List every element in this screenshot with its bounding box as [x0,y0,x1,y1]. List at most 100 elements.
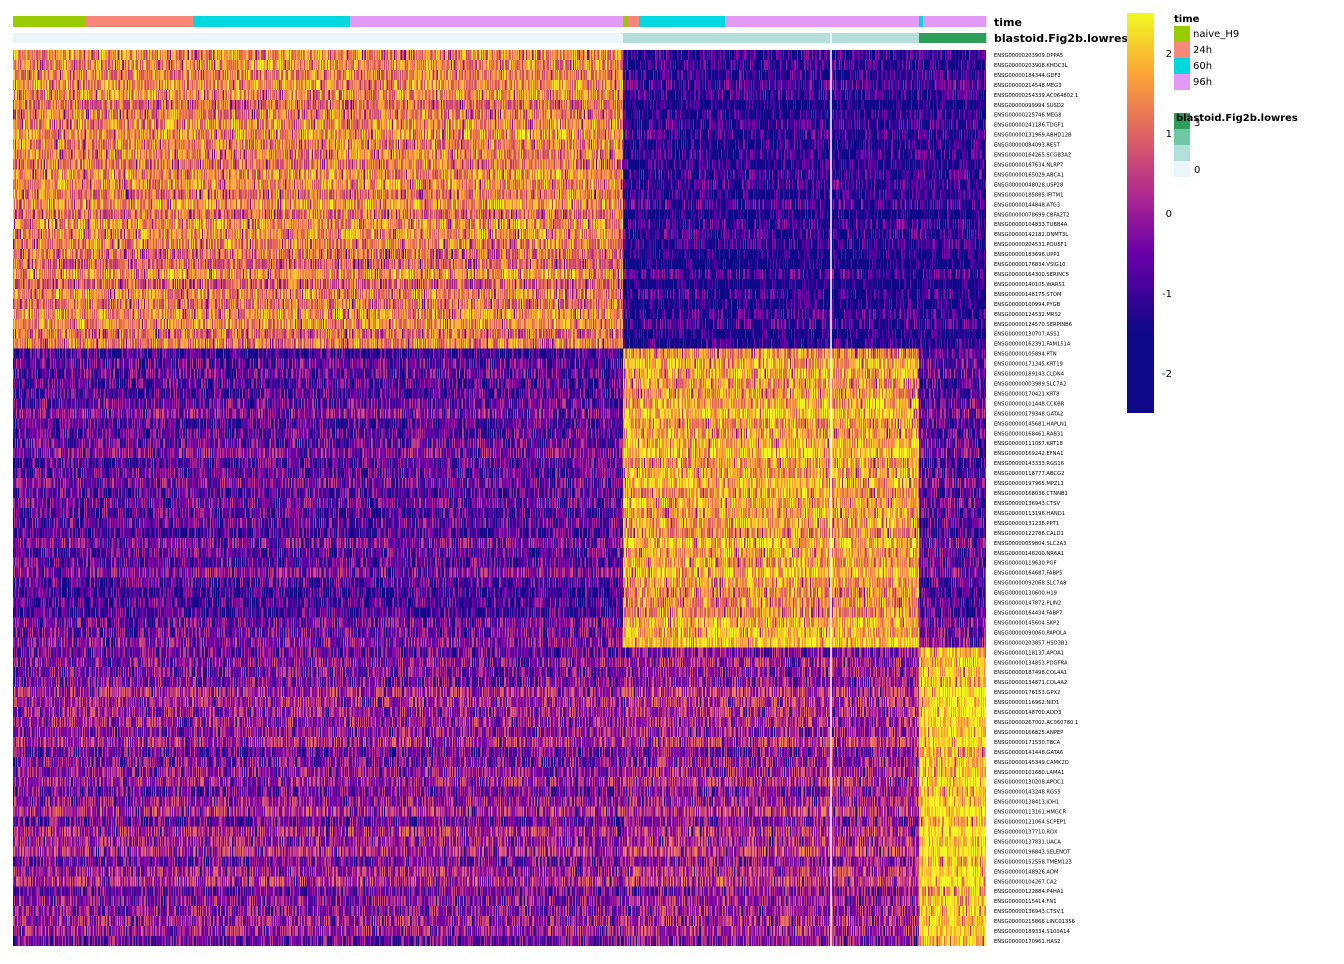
time-segment-96h [923,16,987,27]
gene-label: ENSG00000168461.RAB31 [994,431,1064,437]
gene-label: ENSG00000121064.SCPEP1 [994,820,1066,826]
gene-label: ENSG00000183696.UPP1 [994,252,1060,258]
gene-label: ENSG00000059804.SLC2A3 [994,541,1066,547]
gene-label: ENSG00000003989.SLC7A2 [994,382,1066,388]
colorbar-tick-label: 0 [1166,209,1172,220]
gene-label: ENSG00000099994.SUSD2 [994,103,1064,109]
blastoid-legend: blastoid.Fig2b.lowres 3 0 [1174,113,1298,177]
gene-label: ENSG00000165029.ABCA1 [994,172,1064,178]
gene-label: ENSG00000187498.COL4A1 [994,670,1067,676]
gene-label: ENSG00000179348.GATA2 [994,411,1063,417]
gene-label: ENSG00000171530.TBCA [994,740,1061,746]
gene-label: ENSG00000189334.S100A14 [994,929,1070,935]
time-track-label: time [994,16,1022,29]
blastoid-legend-tick-0: 0 [1194,165,1200,176]
gene-label: ENSG00000215866.LINC01356 [994,919,1075,925]
gene-label: ENSG00000241186.TDGF1 [994,123,1064,129]
time-legend: time naive_H9 24h 60h 96h [1174,14,1239,90]
colorbar-tick-label: 1 [1166,129,1172,140]
gene-label: ENSG00000090060.PAPOLA [994,630,1067,636]
gene-label: ENSG00000131969.ABHD12B [994,133,1072,139]
blastoid-legend-swatch-1 [1174,145,1190,161]
time-segment-60h [193,16,351,27]
column-gap [830,50,832,946]
colorbar-tick-label: -2 [1162,369,1172,380]
gene-label: ENSG00000148700.ADD3 [994,710,1061,716]
blastoid-legend-swatch-0 [1174,161,1190,177]
time-legend-swatch-naive_H9 [1174,26,1190,42]
blastoid-annotation-track [13,33,987,43]
time-legend-label-naive_H9: naive_H9 [1193,29,1239,40]
gene-label: ENSG00000164265.SCGB3A2 [994,153,1071,159]
time-segment-96h [725,16,920,27]
gene-label: ENSG00000124532.MRS2 [994,312,1061,318]
expression-colorbar: 2 1 0 -1 -2 [1127,13,1172,413]
time-legend-swatch-24h [1174,42,1190,58]
gene-label: ENSG00000164300.SERINC5 [994,272,1069,278]
gene-label: ENSG00000166825.ANPEP [994,730,1063,736]
annotation-gap [830,33,832,43]
gene-label: ENSG00000115414.FN1 [994,899,1057,905]
time-segment-24h [86,16,194,27]
time-segment-naive_H9 [13,16,87,27]
gene-label: ENSG00000176834.VSIG10 [994,262,1065,268]
gene-label: ENSG00000111057.KRT18 [994,441,1063,447]
gene-label: ENSG00000136943.CTSV [994,501,1061,507]
time-segment-60h [639,16,726,27]
gene-label: ENSG00000152558.TMEM123 [994,859,1072,865]
gene-label: ENSG00000122884.P4HA1 [994,889,1064,895]
gene-label: ENSG00000164434.FABP7 [994,610,1062,616]
time-legend-swatch-96h [1174,74,1190,90]
gene-label: ENSG00000144848.ATG3 [994,202,1060,208]
time-segment-60h [919,16,924,27]
gene-label: ENSG00000116962.NID1 [994,700,1059,706]
gene-label: ENSG00000164687.FABP5 [994,571,1062,577]
gene-label: ENSG00000137831.UACA [994,839,1061,845]
gene-label: ENSG00000170421.KRT8 [994,391,1060,397]
gene-label: ENSG00000204531.POU5F1 [994,242,1067,248]
gene-label: ENSG00000185885.IFITM1 [994,192,1063,198]
gene-label: ENSG00000203909.DPPA5 [994,53,1063,59]
gene-label: ENSG00000254339.AC064802.1 [994,93,1078,99]
gene-label: ENSG00000142182.DNMT3L [994,232,1068,238]
gene-label: ENSG00000267002.AC060780.1 [994,720,1078,726]
gene-label: ENSG00000148926.ADM [994,869,1058,875]
time-segment-96h [350,16,624,27]
gene-label: ENSG00000143333.RGS16 [994,461,1064,467]
gene-label: ENSG00000147872.PLIN2 [994,601,1061,607]
blastoid-segment-1 [623,33,920,43]
gene-label: ENSG00000122786.CALD1 [994,531,1064,537]
gene-label: ENSG00000092068.SLC7A8 [994,581,1066,587]
colorbar-tick-label: -1 [1162,289,1172,300]
gene-label: ENSG00000130600.H19 [994,591,1057,597]
gene-label: ENSG00000189143.CLDN4 [994,372,1065,378]
time-legend-label-96h: 96h [1193,77,1212,88]
blastoid-legend-tick-3: 3 [1194,118,1200,129]
gene-label: ENSG00000119630.PGF [994,561,1057,567]
gene-label: ENSG00000084093.REST [994,143,1061,149]
gene-label: ENSG00000134853.PDGFRA [994,660,1068,666]
gene-label: ENSG00000048028.USP28 [994,182,1063,188]
heatmap-figure: time blastoid.Fig2b.lowres ENSG000002039… [0,0,1344,960]
gene-label: ENSG00000203857.HSD3B1 [994,640,1068,646]
blastoid-segment-0 [13,33,624,43]
time-segment-24h [628,16,640,27]
gene-labels: ENSG00000203909.DPPA5 ENSG00000203908.KHD… [994,53,1078,945]
gene-label: ENSG00000169242.EFNA1 [994,451,1063,457]
blastoid-segment-3 [919,33,987,43]
gene-label: ENSG00000145349.CAMK2D [994,760,1069,766]
gene-label: ENSG00000141448.GATA6 [994,750,1063,756]
gene-label: ENSG00000197965.MPZL1 [994,481,1064,487]
gene-label: ENSG00000170961.HAS2 [994,939,1060,945]
gene-label: ENSG00000118137.APOA1 [994,650,1064,656]
gene-label: ENSG00000138413.IDH1 [994,800,1059,806]
gene-label: ENSG00000225746.MEG8 [994,113,1062,119]
gene-label: ENSG00000130208.APOC1 [994,780,1064,786]
heatmap-body [13,50,986,946]
gene-label: ENSG00000145604.SKP2 [994,620,1060,626]
heatmap-svg: time blastoid.Fig2b.lowres ENSG000002039… [13,13,1298,946]
gene-label: ENSG00000171345.KRT19 [994,362,1063,368]
gene-label: ENSG00000143248.RGS5 [994,790,1061,796]
gene-label: ENSG00000113196.HAND1 [994,511,1065,517]
gene-label: ENSG00000134871.COL4A2 [994,680,1067,686]
